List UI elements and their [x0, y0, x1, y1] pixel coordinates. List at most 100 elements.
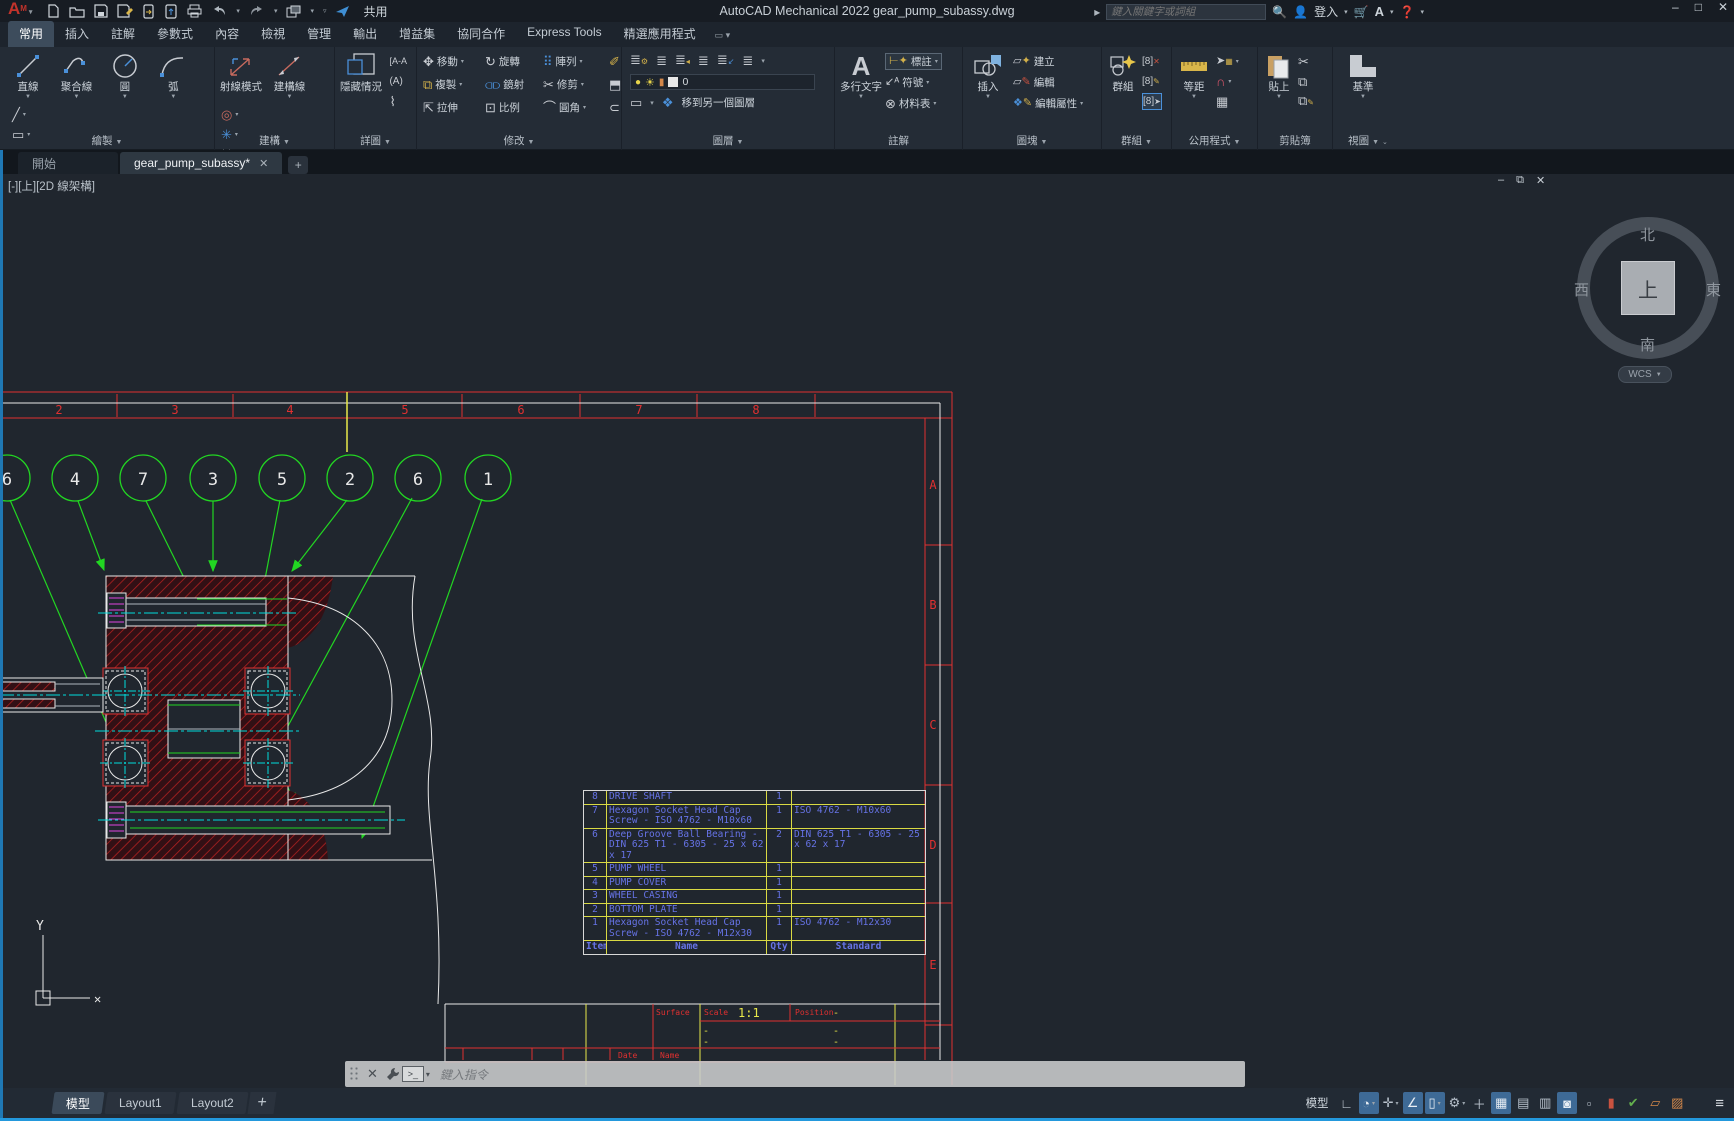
ribbon-tab-2[interactable]: 註解	[100, 21, 146, 47]
copy-clip-mini-button[interactable]: ⧉	[1298, 73, 1314, 90]
ribbon-tab-8[interactable]: 增益集	[388, 21, 446, 47]
viewcube-south[interactable]: 南	[1640, 334, 1655, 355]
viewport-controls[interactable]: [-][上][2D 線架構]	[8, 178, 95, 194]
model-space-indicator[interactable]: 模型	[1300, 1095, 1335, 1111]
viewcube-east[interactable]: 東	[1706, 279, 1721, 300]
break-view-mini-button[interactable]: ⌇	[389, 93, 407, 110]
undo-icon[interactable]	[211, 5, 227, 17]
viewcube-top-face[interactable]: 上	[1621, 261, 1675, 315]
stretch-button[interactable]: ⇱拉伸	[423, 99, 485, 116]
panel-label-clipboard[interactable]: 剪貼簿	[1258, 133, 1332, 148]
crosshair-selection[interactable]: ＋	[1469, 1092, 1489, 1114]
panel-label-group[interactable]: 群組 ▼	[1102, 133, 1171, 148]
layer-thaw-sun-icon[interactable]: ☀	[645, 76, 655, 89]
wcs-selector[interactable]: WCS▼	[1618, 366, 1672, 383]
layer-properties-icon[interactable]: ≣⚙	[630, 52, 648, 69]
ribbon-tab-6[interactable]: 管理	[296, 21, 342, 47]
polyline-button[interactable]: 聚合線▼	[54, 51, 98, 100]
ribbon-tab-9[interactable]: 協同合作	[446, 21, 516, 47]
group-button[interactable]: 群組	[1104, 51, 1142, 110]
ribbon-tab-11[interactable]: 精選應用程式	[613, 21, 707, 47]
viewcube[interactable]: 北 南 西 東 上	[1572, 212, 1724, 364]
share-label[interactable]: 共用	[363, 3, 387, 20]
ribbon-display-toggle[interactable]: ▭ ▾	[707, 26, 739, 47]
ribbon-tab-3[interactable]: 參數式	[146, 21, 204, 47]
fillet-button[interactable]: ⌒圓角▾	[543, 99, 609, 116]
polar-tracking-toggle[interactable]: ✛▾	[1381, 1092, 1401, 1114]
hardware-acceleration[interactable]: ▤	[1513, 1092, 1533, 1114]
new-drawing-tab-button[interactable]: +	[288, 156, 308, 174]
tray-standards-check[interactable]: ✔	[1623, 1092, 1643, 1114]
window-close-button[interactable]: ✕	[1718, 0, 1728, 14]
ungroup-mini-button[interactable]: [8]✕	[1142, 53, 1162, 70]
search-icon[interactable]: 🔍	[1272, 5, 1287, 19]
panel-label-modify[interactable]: 修改 ▼	[417, 133, 621, 148]
panel-label-annotate[interactable]: 註解	[835, 133, 962, 148]
magnet-mini-button[interactable]: ∩▾	[1216, 73, 1239, 90]
save-to-web-icon[interactable]	[164, 4, 178, 19]
layout-switch-dropdown[interactable]: ▾	[310, 7, 314, 15]
hide-situation-button[interactable]: 隱藏情況	[339, 51, 383, 93]
group-select-toggle[interactable]: [8]➤	[1142, 93, 1162, 110]
window-minimize-button[interactable]: –	[1672, 0, 1679, 14]
section-view-mini-button[interactable]: [A-A	[389, 53, 407, 70]
move-button[interactable]: ✥移動▾	[423, 53, 485, 70]
ortho-mode-toggle[interactable]: ∠	[1403, 1092, 1423, 1114]
undo-dropdown[interactable]: ▾	[236, 7, 240, 15]
viewcube-west[interactable]: 西	[1574, 279, 1589, 300]
arc-button[interactable]: 弧▼	[151, 51, 195, 100]
layer-on-bulb-icon[interactable]: ●	[635, 77, 641, 88]
grid-display-toggle[interactable]: ∟	[1337, 1092, 1357, 1114]
command-input[interactable]: 鍵入指令	[440, 1066, 488, 1083]
help-icon[interactable]: ❓	[1400, 5, 1415, 19]
drawing-close-button[interactable]: ✕	[1536, 174, 1545, 187]
edit-block-button[interactable]: ▱✎編輯	[1013, 74, 1083, 91]
layer-unlock-icon[interactable]: ▮	[659, 77, 665, 88]
plot-icon[interactable]	[187, 4, 202, 18]
user-icon[interactable]: 👤	[1293, 5, 1308, 19]
save-as-icon[interactable]	[117, 4, 133, 18]
file-tab-close-icon[interactable]: ✕	[259, 157, 268, 170]
new-file-icon[interactable]	[46, 4, 60, 18]
ribbon-tab-7[interactable]: 輸出	[342, 21, 388, 47]
paste-button[interactable]: 貼上▼	[1260, 51, 1298, 110]
app-store-cart-icon[interactable]: 🛒	[1354, 5, 1369, 19]
base-view-button[interactable]: 基準▼	[1341, 51, 1385, 100]
layer-isolate-icon[interactable]: ≣	[656, 53, 667, 68]
panel-label-block[interactable]: 圖塊 ▼	[963, 133, 1101, 148]
help-dropdown[interactable]: ▾	[1420, 8, 1424, 16]
measure-button[interactable]: 等距▼	[1176, 51, 1212, 110]
bom-button[interactable]: ⊗材料表▾	[885, 95, 942, 112]
drawing-canvas[interactable]: 2345678 ABCDE 64735261	[0, 174, 1734, 1088]
ribbon-tab-4[interactable]: 內容	[204, 21, 250, 47]
ribbon-tab-5[interactable]: 檢視	[250, 21, 296, 47]
layer-off-icon[interactable]: ≣↙	[717, 52, 735, 69]
move-to-layer-label[interactable]: 移到另一個圖層	[681, 95, 755, 110]
dimension-button[interactable]: ⊢✦標註▾	[885, 53, 942, 70]
command-line-bar[interactable]: ✕ >_ ▾ 鍵入指令	[345, 1061, 1245, 1087]
layer-color-swatch[interactable]	[668, 77, 678, 87]
detail-view-mini-button[interactable]: (A)	[389, 73, 407, 90]
ribbon-tab-10[interactable]: Express Tools	[516, 21, 612, 47]
annotation-visibility[interactable]: ▫	[1579, 1092, 1599, 1114]
layer-lock-icon[interactable]: ≣	[742, 53, 753, 68]
construction-line-button[interactable]: 建構線▼	[267, 51, 311, 100]
save-icon[interactable]	[94, 4, 108, 18]
snap-mode-toggle[interactable]: ◔▾	[1359, 1092, 1379, 1114]
customize-wrench-icon[interactable]	[386, 1067, 400, 1081]
window-maximize-button[interactable]: □	[1695, 0, 1702, 14]
ribbon-tab-0[interactable]: 常用	[8, 21, 54, 47]
edit-attributes-button[interactable]: ❖✎編輯屬性▾	[1013, 95, 1083, 112]
drawing-restore-button[interactable]: ⧉	[1516, 174, 1524, 187]
tray-image-warning[interactable]: ▨	[1667, 1092, 1687, 1114]
lock-ui[interactable]: ▥	[1535, 1092, 1555, 1114]
autocad-logo-icon[interactable]: AM ▾	[8, 0, 32, 23]
line-button[interactable]: 直線▼	[6, 51, 50, 100]
layer-tools-dropdown[interactable]: ▾	[761, 57, 765, 65]
signin-dropdown[interactable]: ▾	[1344, 8, 1348, 16]
autodesk-a-icon[interactable]: A	[1375, 4, 1384, 19]
ribbon-tab-1[interactable]: 插入	[54, 21, 100, 47]
command-dropdown[interactable]: ▾	[426, 1070, 430, 1079]
workspace-gear[interactable]: ⚙▾	[1447, 1092, 1468, 1114]
file-tab-start[interactable]: 開始	[18, 152, 118, 174]
